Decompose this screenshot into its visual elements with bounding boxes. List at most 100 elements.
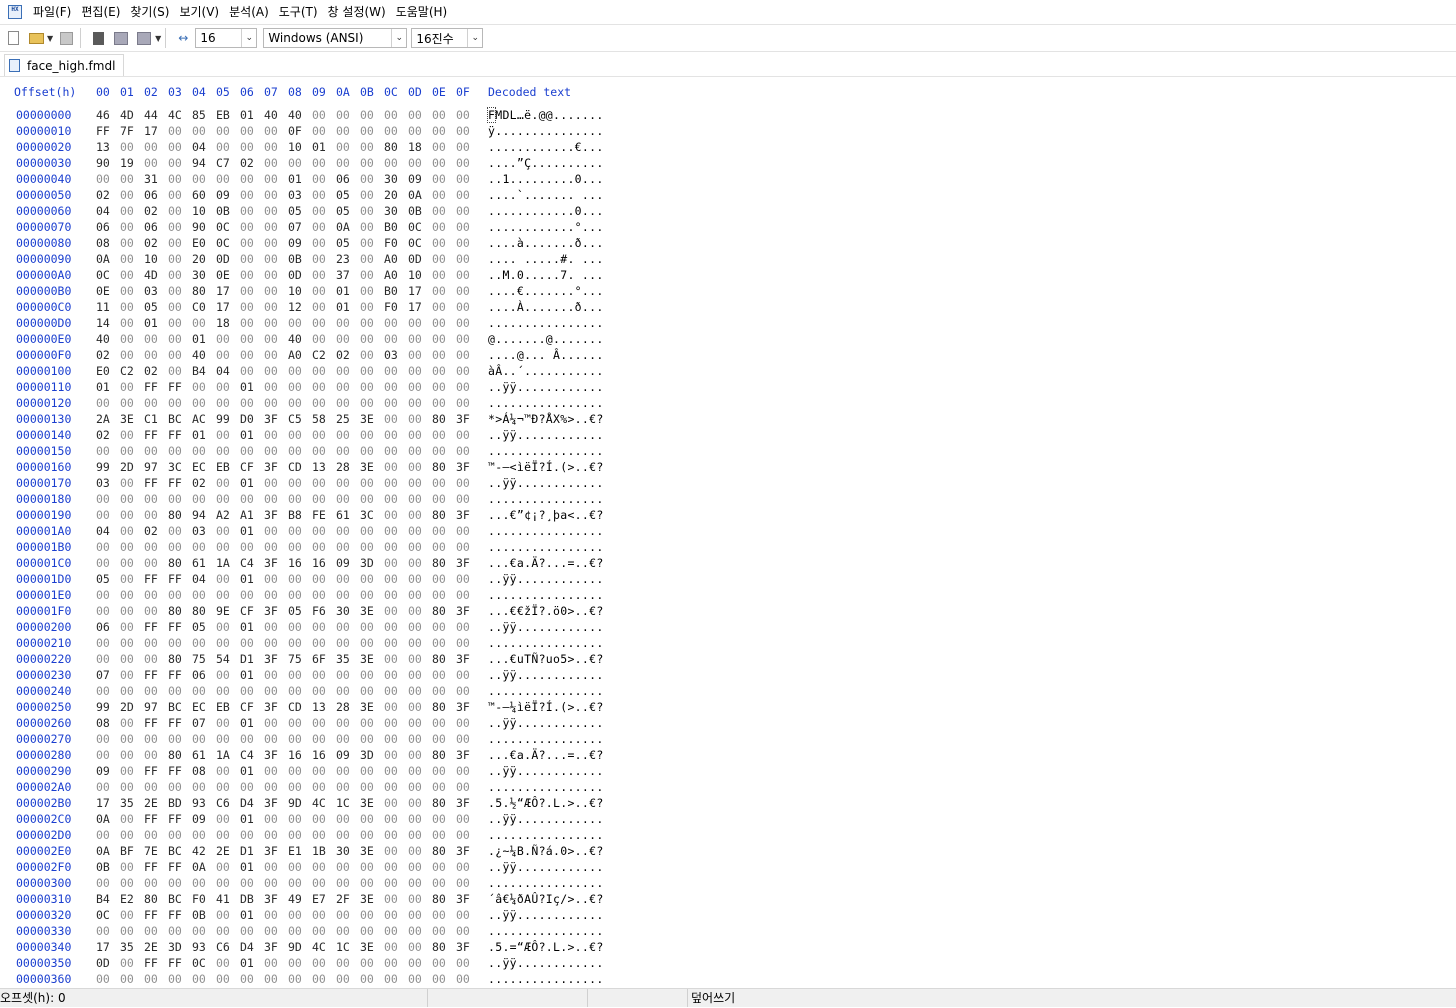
number-base-select[interactable]: 16진수 ⌄ (411, 28, 484, 48)
byte-cell[interactable]: 00 (384, 747, 408, 763)
byte-cell[interactable]: 00 (360, 635, 384, 651)
row-decoded-text[interactable]: ................ (488, 971, 604, 987)
byte-cell[interactable]: E0 (192, 235, 216, 251)
byte-cell[interactable]: 00 (456, 139, 480, 155)
byte-cell[interactable]: 00 (408, 491, 432, 507)
byte-cell[interactable]: 3C (168, 459, 192, 475)
byte-cell[interactable]: 00 (216, 395, 240, 411)
byte-cell[interactable]: 01 (240, 907, 264, 923)
byte-cell[interactable]: 00 (144, 539, 168, 555)
byte-cell[interactable]: 00 (240, 123, 264, 139)
byte-cell[interactable]: 00 (264, 235, 288, 251)
row-decoded-text[interactable]: ...€”¢¡?¸þa<..€? (488, 507, 604, 523)
byte-cell[interactable]: 80 (192, 603, 216, 619)
row-bytes[interactable]: 05 00 FF FF 04 00 01 00 00 00 00 00 00 00 00 00 (96, 571, 480, 587)
byte-cell[interactable]: 00 (144, 491, 168, 507)
byte-cell[interactable]: 00 (432, 491, 456, 507)
byte-cell[interactable]: 00 (168, 251, 192, 267)
byte-cell[interactable]: 00 (192, 827, 216, 843)
byte-cell[interactable]: 01 (192, 331, 216, 347)
byte-cell[interactable]: 04 (192, 139, 216, 155)
byte-cell[interactable]: 23 (336, 251, 360, 267)
byte-cell[interactable]: 00 (456, 315, 480, 331)
byte-cell[interactable]: 0A (192, 859, 216, 875)
byte-cell[interactable]: 00 (360, 155, 384, 171)
byte-cell[interactable]: 00 (168, 267, 192, 283)
byte-cell[interactable]: 00 (384, 667, 408, 683)
byte-cell[interactable]: 00 (312, 267, 336, 283)
byte-cell[interactable]: 00 (288, 731, 312, 747)
byte-cell[interactable]: 3C (360, 507, 384, 523)
byte-cell[interactable]: EC (192, 699, 216, 715)
byte-cell[interactable]: 20 (192, 251, 216, 267)
byte-cell[interactable]: 00 (144, 155, 168, 171)
byte-cell[interactable]: 00 (456, 571, 480, 587)
byte-cell[interactable]: 09 (192, 811, 216, 827)
chevron-down-icon[interactable]: ⌄ (467, 29, 482, 47)
byte-cell[interactable]: 00 (264, 731, 288, 747)
byte-cell[interactable]: CD (288, 459, 312, 475)
byte-cell[interactable]: 00 (288, 491, 312, 507)
byte-cell[interactable]: 0C (96, 267, 120, 283)
byte-cell[interactable]: 00 (432, 571, 456, 587)
byte-cell[interactable]: FF (144, 907, 168, 923)
byte-cell[interactable]: 1C (336, 939, 360, 955)
byte-cell[interactable]: 00 (336, 875, 360, 891)
byte-cell[interactable]: 00 (288, 155, 312, 171)
byte-cell[interactable]: 00 (144, 139, 168, 155)
row-decoded-text[interactable]: ............°... (488, 219, 604, 235)
encoding-select[interactable]: Windows (ANSI) ⌄ (263, 28, 408, 48)
byte-cell[interactable]: 00 (312, 635, 336, 651)
byte-cell[interactable]: 00 (144, 971, 168, 987)
byte-cell[interactable]: 80 (432, 459, 456, 475)
byte-cell[interactable]: 00 (168, 299, 192, 315)
byte-cell[interactable]: 13 (312, 699, 336, 715)
byte-cell[interactable]: 00 (264, 923, 288, 939)
byte-cell[interactable]: 00 (120, 555, 144, 571)
byte-cell[interactable]: 00 (456, 523, 480, 539)
byte-cell[interactable]: 00 (456, 219, 480, 235)
byte-cell[interactable]: EB (216, 107, 240, 123)
row-bytes[interactable]: 40 00 00 00 01 00 00 00 40 00 00 00 00 00 00 00 (96, 331, 480, 347)
byte-cell[interactable]: 00 (120, 475, 144, 491)
byte-cell[interactable]: 00 (192, 123, 216, 139)
byte-cell[interactable]: 00 (432, 299, 456, 315)
byte-cell[interactable]: 00 (408, 939, 432, 955)
byte-cell[interactable]: 00 (264, 635, 288, 651)
hex-editor-view[interactable]: Offset(h) 00 01 02 03 04 05 06 07 08 09 0A 0B 0C 0D 0E… (0, 77, 1456, 988)
byte-cell[interactable]: 00 (432, 523, 456, 539)
byte-cell[interactable]: 3F (456, 411, 480, 427)
byte-cell[interactable]: 17 (96, 795, 120, 811)
menu-view[interactable]: 보기(V) (174, 0, 224, 24)
byte-cell[interactable]: 80 (432, 747, 456, 763)
byte-cell[interactable]: 00 (456, 971, 480, 987)
byte-cell[interactable]: 00 (288, 619, 312, 635)
byte-cell[interactable]: 00 (408, 747, 432, 763)
byte-cell[interactable]: 3F (264, 843, 288, 859)
byte-cell[interactable]: 3E (360, 795, 384, 811)
byte-cell[interactable]: 00 (360, 363, 384, 379)
row-bytes[interactable]: 00 00 00 00 00 00 00 00 00 00 00 00 00 00 00 00 (96, 395, 480, 411)
byte-cell[interactable]: FF (144, 571, 168, 587)
row-bytes[interactable]: 00 00 00 00 00 00 00 00 00 00 00 00 00 00 00 00 (96, 491, 480, 507)
byte-cell[interactable]: 08 (96, 235, 120, 251)
row-decoded-text[interactable]: ..ÿÿ............ (488, 571, 604, 587)
menu-tools[interactable]: 도구(T) (274, 0, 323, 24)
byte-cell[interactable]: 08 (96, 715, 120, 731)
byte-cell[interactable]: 00 (264, 619, 288, 635)
byte-cell[interactable]: 00 (432, 379, 456, 395)
byte-cell[interactable]: 00 (336, 683, 360, 699)
byte-cell[interactable]: 00 (360, 267, 384, 283)
byte-cell[interactable]: 00 (168, 347, 192, 363)
byte-cell[interactable]: 00 (144, 923, 168, 939)
byte-cell[interactable]: 00 (456, 251, 480, 267)
byte-cell[interactable]: 00 (360, 475, 384, 491)
byte-cell[interactable]: 00 (288, 875, 312, 891)
byte-cell[interactable]: 00 (240, 923, 264, 939)
byte-cell[interactable]: B4 (192, 363, 216, 379)
row-decoded-text[interactable]: ................ (488, 395, 604, 411)
byte-cell[interactable]: FF (144, 859, 168, 875)
byte-cell[interactable]: 00 (336, 907, 360, 923)
byte-cell[interactable]: 00 (408, 571, 432, 587)
byte-cell[interactable]: 00 (384, 891, 408, 907)
